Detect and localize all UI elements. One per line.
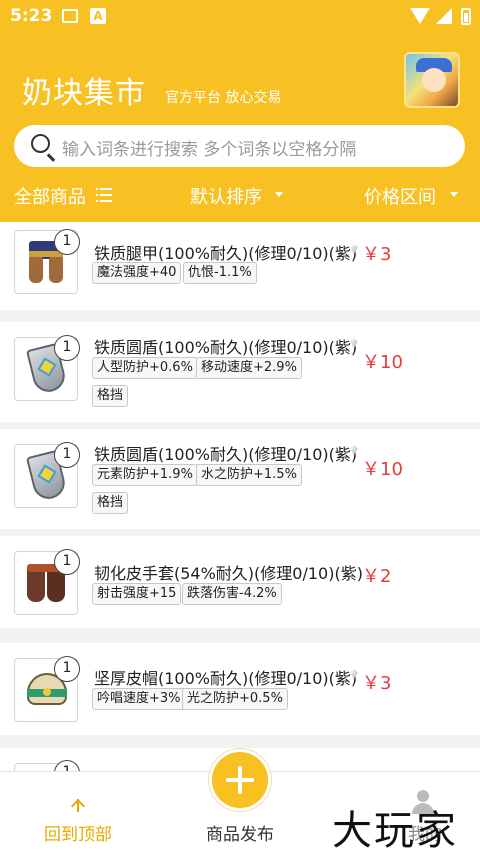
search-input[interactable]: 输入词条进行搜索 多个词条以空格分隔 (62, 135, 356, 160)
list-item[interactable]: 1 韧化皮手套(54%耐久)(修理0/10)(紫) ￥2 射击强度+15 跌落伤… (0, 536, 480, 628)
search-icon (31, 134, 50, 153)
quantity-badge: 1 (54, 656, 80, 682)
quantity-badge: 1 (54, 335, 80, 361)
filter-bar: 全部商品 默认排序 价格区间 (0, 180, 480, 212)
status-bar: 5:23 A (0, 0, 480, 34)
attribute-tag: 格挡 (92, 385, 129, 407)
item-price: ￥10 (362, 352, 403, 373)
attribute-tag: 跌落伤害-4.2% (182, 583, 282, 605)
attribute-tag: 人型防护+0.6% (92, 357, 198, 379)
attribute-tag: 吟唱速度+3% (92, 688, 186, 710)
watermark: 大玩家 (332, 808, 458, 853)
quantity-badge: 1 (54, 229, 80, 255)
attribute-tag: 仇恨-1.1% (183, 262, 257, 284)
nav-back-to-top-label: 回到顶部 (44, 825, 112, 845)
list-item[interactable]: 1 铁质圆盾(100%耐久)(修理0/10)(紫) ￥10 元素防护+1.9% … (0, 429, 480, 529)
attribute-tag: 射击强度+15 (92, 583, 182, 605)
wifi-icon (410, 8, 430, 24)
list-icon[interactable] (96, 188, 112, 202)
filter-all-items[interactable]: 全部商品 (14, 183, 86, 209)
quantity-badge: 1 (54, 442, 80, 468)
search-bar[interactable]: 输入词条进行搜索 多个词条以空格分隔 (14, 125, 465, 167)
item-name: 铁质圆盾(100%耐久)(修理0/10)(紫) (94, 338, 358, 357)
arrow-up-icon (70, 796, 86, 812)
plus-icon (226, 766, 254, 794)
app-notification-icon: A (90, 8, 106, 24)
attribute-tag: 魔法强度+40 (92, 262, 182, 284)
sort-dropdown-icon (275, 192, 283, 197)
item-name: 坚厚皮帽(100%耐久)(修理0/10)(紫) (94, 669, 358, 688)
page-title: 奶块集市 (22, 76, 146, 111)
filter-price-range[interactable]: 价格区间 (364, 183, 436, 209)
gallery-notification-icon (62, 9, 78, 23)
item-name: 铁质圆盾(100%耐久)(修理0/10)(紫) (94, 445, 358, 464)
list-item[interactable]: 1 铁质圆盾(100%耐久)(修理0/10)(紫) ￥10 人型防护+0.6% … (0, 322, 480, 422)
app-header: 5:23 A 奶块集市 官方平台 放心交易 输入词条进行搜索 多个词条以空格分隔… (0, 0, 480, 222)
attribute-tag: 光之防护+0.5% (182, 688, 288, 710)
publish-button[interactable] (209, 749, 271, 811)
nav-back-to-top[interactable]: 回到顶部 (30, 792, 126, 852)
avatar[interactable] (404, 52, 460, 108)
item-price: ￥10 (362, 459, 403, 480)
attribute-tag: 元素防护+1.9% (92, 464, 198, 486)
list-item[interactable]: 1 坚厚皮帽(100%耐久)(修理0/10)(紫) ￥3 吟唱速度+3% 光之防… (0, 643, 480, 735)
attribute-tag: 格挡 (92, 492, 129, 514)
item-name: 韧化皮手套(54%耐久)(修理0/10)(紫) (94, 564, 363, 583)
signal-icon (436, 8, 452, 24)
list-item[interactable]: 1 铁质腿甲(100%耐久)(修理0/10)(紫) ￥3 魔法强度+40 仇恨-… (0, 222, 480, 310)
price-dropdown-icon (450, 192, 458, 197)
nav-publish-label: 商品发布 (206, 825, 274, 845)
filter-sort[interactable]: 默认排序 (190, 183, 262, 209)
quantity-badge: 1 (54, 549, 80, 575)
attribute-tag: 水之防护+1.5% (196, 464, 302, 486)
status-time: 5:23 (10, 6, 53, 26)
battery-icon (461, 8, 471, 25)
item-price: ￥3 (362, 244, 392, 265)
item-name: 铁质腿甲(100%耐久)(修理0/10)(紫) (94, 244, 358, 263)
item-price: ￥3 (362, 673, 392, 694)
item-price: ￥2 (362, 566, 392, 587)
attribute-tag: 移动速度+2.9% (196, 357, 302, 379)
page-slogan: 官方平台 放心交易 (165, 90, 282, 106)
